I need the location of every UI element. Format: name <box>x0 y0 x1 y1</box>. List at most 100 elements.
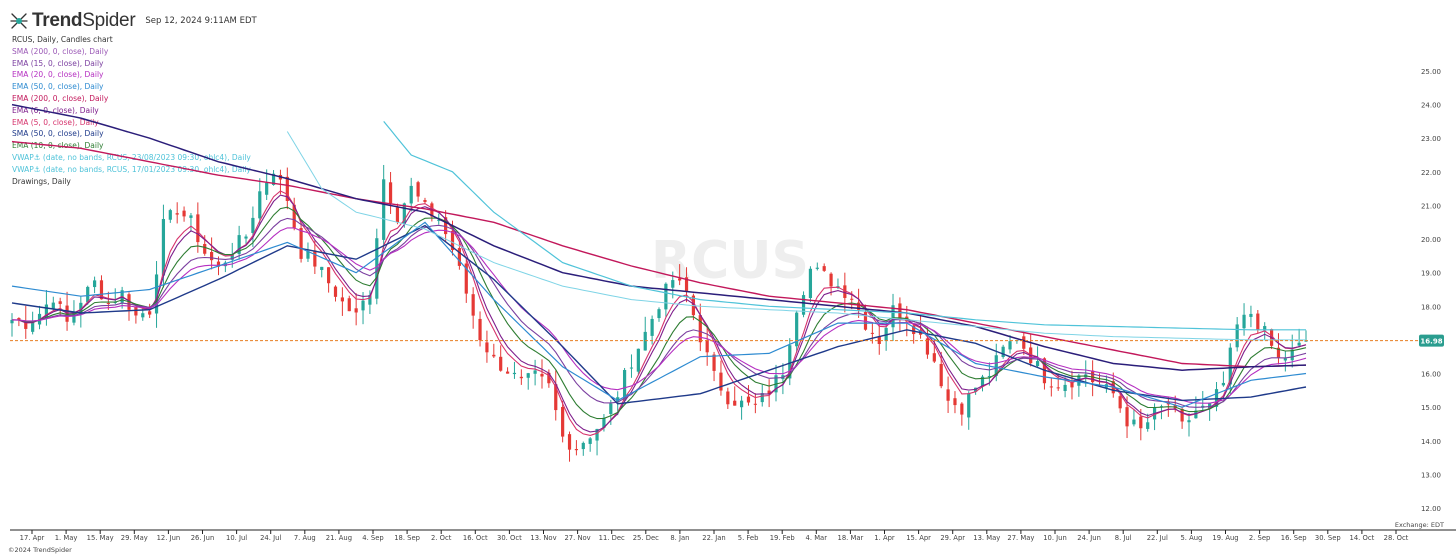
candle-body <box>726 391 730 405</box>
candle-body <box>1118 396 1122 409</box>
y-tick-label: 24.00 <box>1421 102 1441 110</box>
candle-body <box>505 371 510 374</box>
candle-body <box>492 354 496 357</box>
x-tick-label: 13. May <box>973 534 1000 542</box>
candle-body <box>561 406 565 437</box>
candle-body <box>753 403 757 405</box>
candle-body <box>409 185 413 204</box>
current-price-label: 16.98 <box>1420 338 1442 346</box>
y-tick-label: 16.00 <box>1421 371 1441 379</box>
candle-body <box>423 200 427 202</box>
candle-body <box>1063 384 1067 392</box>
x-tick-label: 27. May <box>1007 534 1034 542</box>
x-tick-label: 22. Jan <box>702 534 725 542</box>
x-tick-label: 17. Apr <box>20 534 45 542</box>
candle-body <box>1139 416 1143 429</box>
candle-body <box>1221 382 1226 386</box>
candle-body <box>746 396 751 403</box>
candle-body <box>629 367 634 369</box>
candle-body <box>960 403 964 415</box>
candle-body <box>939 363 943 387</box>
candle-body <box>251 217 255 233</box>
candle-body <box>609 403 613 415</box>
candle-body <box>189 215 193 218</box>
x-tick-label: 21. Aug <box>326 534 352 542</box>
x-tick-label: 8. Jul <box>1115 534 1132 542</box>
x-tick-label: 7. Aug <box>294 534 316 542</box>
x-tick-label: 15. May <box>87 534 114 542</box>
candle-body <box>1125 407 1129 427</box>
y-tick-label: 23.00 <box>1421 135 1441 143</box>
candle-body <box>705 339 709 353</box>
candle-body <box>1022 336 1026 349</box>
candle-body <box>1256 313 1260 330</box>
candle-body <box>175 213 179 215</box>
candle-body <box>347 298 351 312</box>
candle-body <box>533 370 537 374</box>
candle-body <box>182 210 186 217</box>
candle-body <box>808 268 813 299</box>
candle-body <box>946 389 950 401</box>
candle-body <box>1180 408 1184 422</box>
candle-body <box>519 376 523 379</box>
y-tick-label: 25.00 <box>1421 68 1441 76</box>
candle-body <box>664 283 668 310</box>
symbol-watermark: RCUS <box>651 231 809 291</box>
x-tick-label: 5. Feb <box>738 534 759 542</box>
candle-body <box>822 266 826 271</box>
candle-body <box>382 179 386 240</box>
candle-body <box>320 266 324 270</box>
x-tick-label: 10. Jul <box>226 534 247 542</box>
candle-body <box>499 356 503 371</box>
candle-body <box>712 354 716 371</box>
y-tick-label: 22.00 <box>1421 169 1441 177</box>
candle-body <box>51 302 55 309</box>
x-tick-label: 12. Jun <box>157 534 181 542</box>
x-tick-label: 18. Sep <box>394 534 420 542</box>
candle-body <box>265 182 269 195</box>
price-chart[interactable]: RCUS 12.0013.0014.0015.0016.0017.0018.00… <box>0 0 1456 557</box>
candle-body <box>815 267 819 269</box>
candle-body <box>898 303 902 319</box>
x-tick-label: 1. Apr <box>874 534 895 542</box>
candle-body <box>829 273 833 287</box>
x-tick-label: 10. Jun <box>1043 534 1067 542</box>
candle-body <box>1008 341 1012 350</box>
candle-body <box>698 315 702 343</box>
x-tick-label: 2. Sep <box>1249 534 1270 542</box>
x-tick-label: 19. Feb <box>770 534 795 542</box>
x-tick-label: 15. Apr <box>906 534 931 542</box>
x-tick-label: 14. Oct <box>1350 534 1375 542</box>
candle-body <box>1297 342 1301 346</box>
candle-body <box>258 191 262 219</box>
candle-body <box>1235 324 1239 348</box>
candle-body <box>574 449 579 451</box>
x-tick-label: 28. Oct <box>1384 534 1409 542</box>
x-tick-label: 13. Nov <box>530 534 556 542</box>
candle-body <box>31 321 35 332</box>
candle-body <box>567 434 572 450</box>
candle-body <box>416 182 420 197</box>
candle-body <box>1146 422 1150 429</box>
candle-body <box>1249 313 1253 317</box>
candle-body <box>299 228 303 259</box>
candle-body <box>340 297 344 302</box>
candle-body <box>485 342 489 353</box>
candle-body <box>512 372 517 375</box>
candle-body <box>540 373 544 377</box>
candle-body <box>1187 420 1191 423</box>
candle-body <box>1035 361 1040 367</box>
y-tick-label: 12.00 <box>1421 505 1441 513</box>
x-tick-label: 25. Dec <box>633 534 659 542</box>
candle-body <box>388 182 393 204</box>
candle-body <box>92 280 97 288</box>
candle-body <box>870 332 874 334</box>
candle-body <box>148 311 152 315</box>
candle-body <box>1056 387 1060 389</box>
y-tick-label: 14.00 <box>1421 438 1441 446</box>
candle-body <box>1283 358 1287 361</box>
candle-body <box>719 372 723 391</box>
candle-layer <box>10 164 1308 462</box>
x-tick-label: 24. Jul <box>260 534 281 542</box>
current-price-line: 16.98 <box>10 334 1444 347</box>
